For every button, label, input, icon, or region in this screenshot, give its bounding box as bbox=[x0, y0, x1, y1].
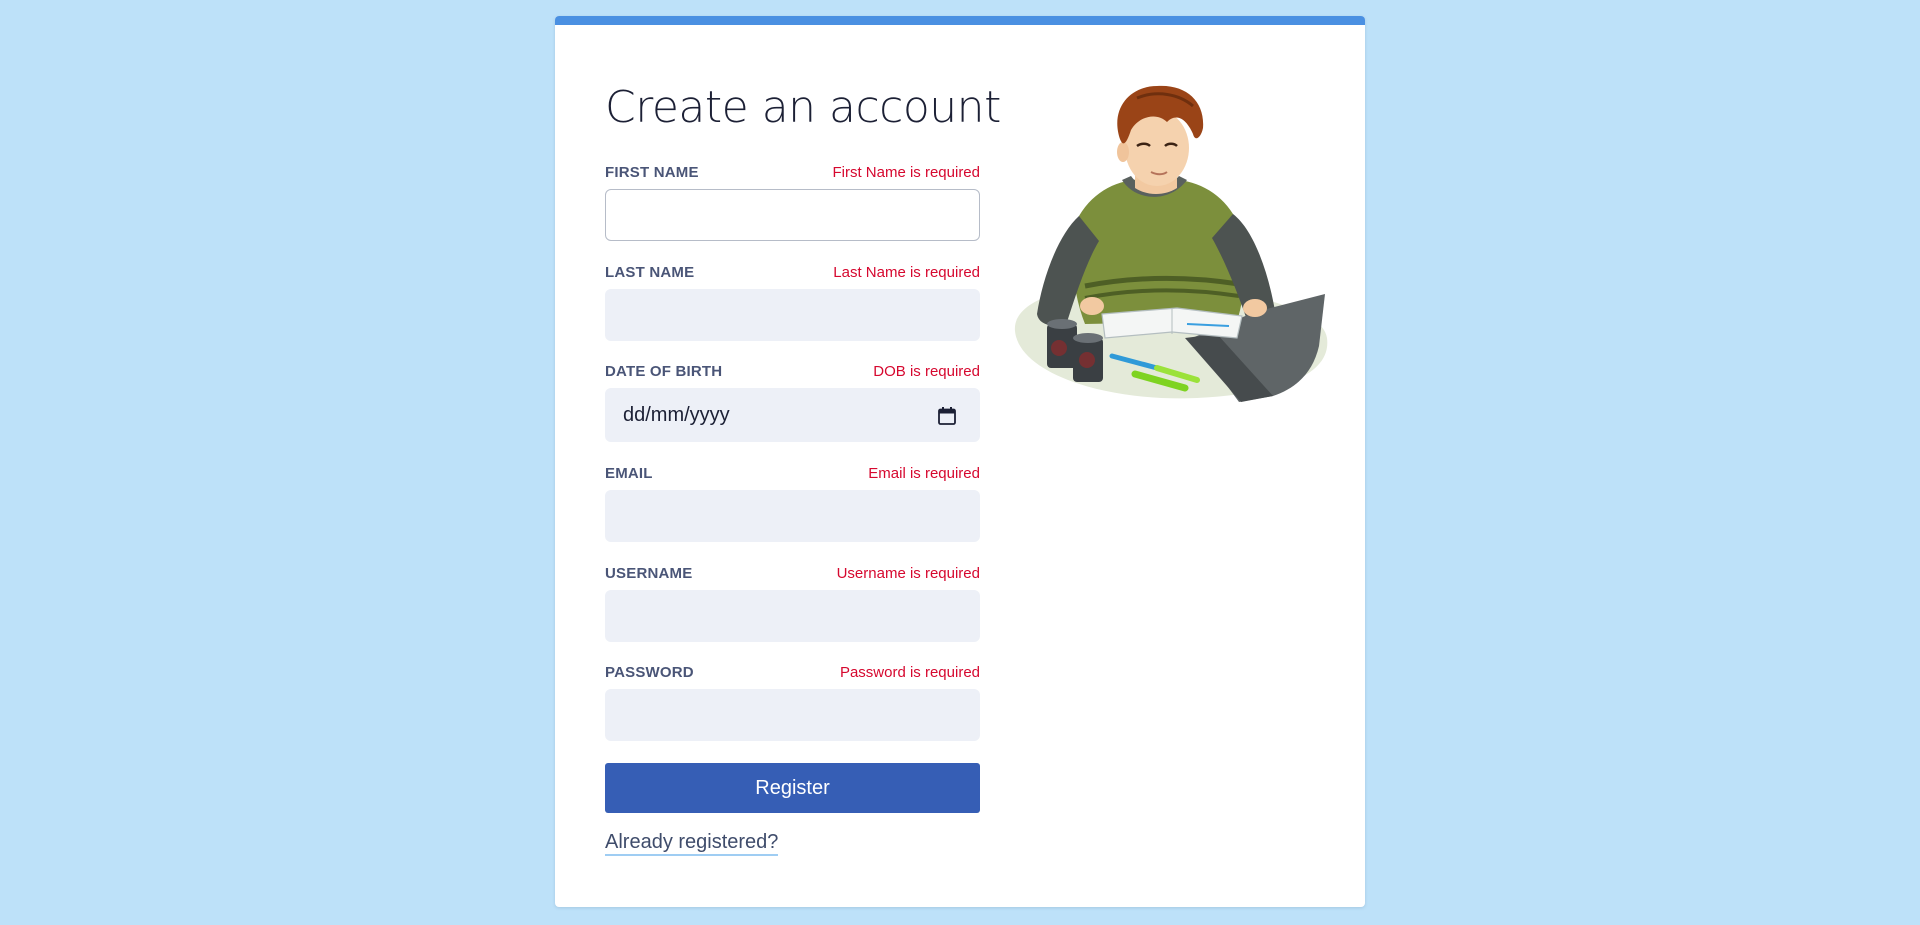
first-name-error: First Name is required bbox=[832, 164, 980, 181]
register-card: Create an account FIRST NAME First Name … bbox=[555, 16, 1365, 907]
last-name-label: LAST NAME bbox=[605, 264, 695, 281]
username-input[interactable] bbox=[605, 590, 980, 642]
first-name-input[interactable] bbox=[605, 189, 980, 241]
dob-field: DATE OF BIRTH DOB is required dd/mm/yyyy bbox=[605, 363, 980, 442]
first-name-field: FIRST NAME First Name is required bbox=[605, 164, 980, 241]
calendar-icon[interactable] bbox=[937, 406, 957, 426]
email-input[interactable] bbox=[605, 490, 980, 542]
dob-error: DOB is required bbox=[873, 363, 980, 380]
dob-label: DATE OF BIRTH bbox=[605, 363, 723, 380]
password-label: PASSWORD bbox=[605, 664, 694, 681]
last-name-field: LAST NAME Last Name is required bbox=[605, 264, 980, 341]
username-label: USERNAME bbox=[605, 565, 693, 582]
last-name-error: Last Name is required bbox=[833, 264, 980, 281]
username-error: Username is required bbox=[836, 565, 980, 582]
dob-placeholder: dd/mm/yyyy bbox=[623, 404, 730, 426]
first-name-label: FIRST NAME bbox=[605, 164, 699, 181]
last-name-input[interactable] bbox=[605, 289, 980, 341]
page-title: Create an account bbox=[605, 82, 1001, 133]
register-button[interactable]: Register bbox=[605, 763, 980, 813]
already-registered-link[interactable]: Already registered? bbox=[605, 830, 779, 856]
dob-input[interactable]: dd/mm/yyyy bbox=[605, 388, 980, 442]
student-illustration bbox=[1014, 85, 1328, 402]
email-error: Email is required bbox=[868, 465, 980, 482]
email-label: EMAIL bbox=[605, 465, 653, 482]
username-field: USERNAME Username is required bbox=[605, 565, 980, 642]
email-field: EMAIL Email is required bbox=[605, 465, 980, 542]
password-error: Password is required bbox=[839, 664, 980, 681]
password-field: PASSWORD Password is required bbox=[605, 664, 980, 741]
card-accent-bar bbox=[555, 16, 1365, 25]
password-input[interactable] bbox=[605, 689, 980, 741]
